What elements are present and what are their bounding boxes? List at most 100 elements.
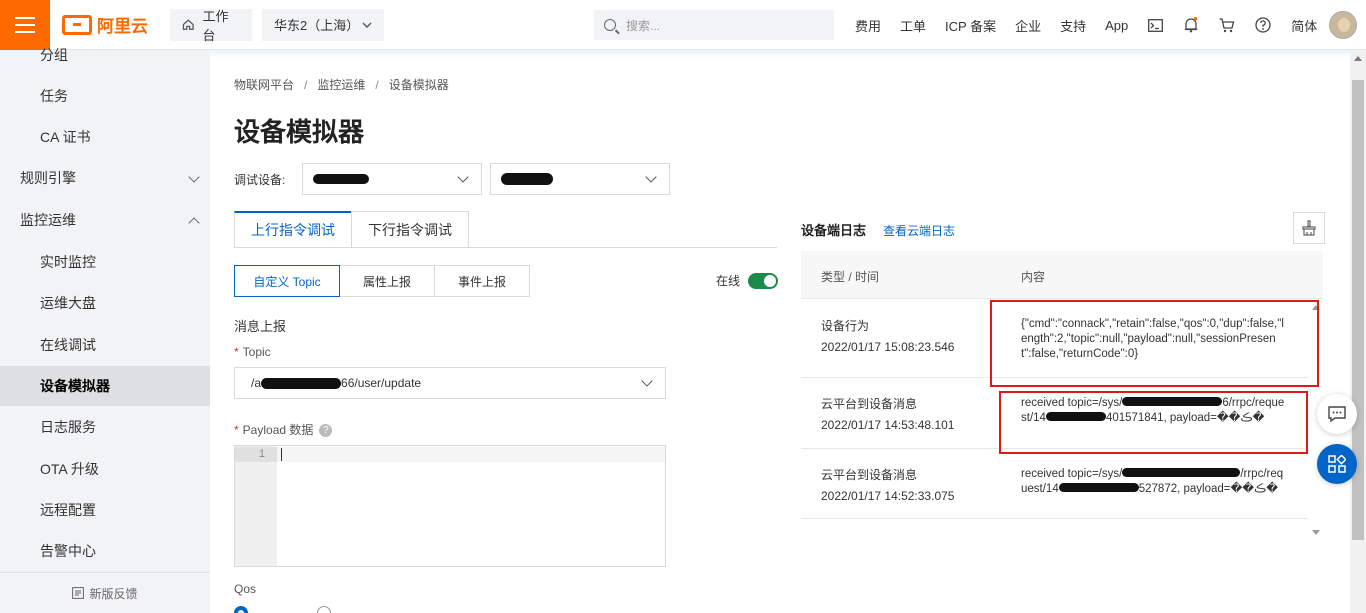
redacted-product-name [313,174,369,184]
chevron-down-icon [457,171,469,183]
log-time: 2022/01/17 14:53:48.101 [821,418,955,432]
sidebar-item-alarm-center[interactable]: 告警中心 [0,531,210,571]
tab-uplink-debug[interactable]: 上行指令调试 [234,211,352,248]
sidebar-group-monitoring[interactable]: 监控运维 [0,200,210,240]
search-icon [604,19,616,31]
chat-button[interactable] [1317,394,1357,434]
sidebar-item-label: OTA 升级 [40,461,99,477]
breadcrumb: 物联网平台 / 监控运维 / 设备模拟器 [234,76,449,93]
scroll-up-arrow-icon[interactable] [1354,56,1362,61]
log-type: 设备行为 [821,319,870,333]
search-input[interactable]: 搜索... [594,10,834,40]
breadcrumb-monitoring[interactable]: 监控运维 [317,78,365,92]
editor-current-line [277,447,665,462]
nav-icp[interactable]: ICP 备案 [945,16,996,35]
redacted-segment [1122,468,1241,477]
sidebar-item-ota[interactable]: OTA 升级 [0,449,210,489]
avatar[interactable] [1329,11,1358,39]
breadcrumb-iot-platform[interactable]: 物联网平台 [234,78,294,92]
segment-event-report[interactable]: 事件上报 [434,265,530,297]
segment-property-report[interactable]: 属性上报 [339,265,435,297]
text-cursor [281,448,282,461]
sidebar-item-label: 分组 [40,47,68,63]
feedback-label: 新版反馈 [89,586,138,601]
device-select[interactable] [490,163,670,195]
breadcrumb-separator: / [375,78,379,92]
log-content: received topic=/sys//rrpc/request/14 5278… [1021,467,1286,497]
online-toggle[interactable] [748,272,779,289]
chevron-down-icon [188,171,200,183]
cart-icon[interactable] [1219,17,1235,33]
feedback-button[interactable]: 新版反馈 [0,572,210,613]
brand-logo[interactable]: 阿里云 [62,12,148,37]
payload-label-text: Payload 数据 [242,423,314,437]
online-label: 在线 [716,274,741,288]
bell-icon[interactable] [1183,17,1199,33]
region-selector[interactable]: 华东2（上海） [262,8,384,41]
apps-button[interactable] [1317,444,1357,484]
sidebar-item-device-simulator[interactable]: 设备模拟器 [0,366,210,406]
sidebar-group-rules-engine[interactable]: 规则引擎 [0,158,210,198]
sidebar-item-label: 设备模拟器 [40,378,110,394]
sidebar-item-label: 远程配置 [40,502,96,518]
nav-enterprise[interactable]: 企业 [1015,16,1041,35]
sidebar-item-label: 告警中心 [40,543,96,559]
sidebar-item-tasks[interactable]: 任务 [0,76,210,116]
language-switch[interactable]: 简体 [1291,16,1317,35]
chevron-down-icon [645,171,657,183]
payload-label: * Payload 数据? [234,421,333,438]
sidebar-item-label: 日志服务 [40,419,96,435]
nav-tickets[interactable]: 工单 [900,16,926,35]
column-type-time: 类型 / 时间 [821,270,880,284]
topic-select[interactable]: /a 66/user/update [234,367,666,399]
sidebar-item-log-service[interactable]: 日志服务 [0,407,210,447]
nav-app[interactable]: App [1105,18,1128,33]
help-icon[interactable] [1255,17,1271,33]
help-icon[interactable]: ? [319,424,333,438]
scroll-down-arrow-icon[interactable] [1312,530,1320,535]
log-content-part: received topic=/sys/ [1021,468,1123,480]
broom-icon [1302,220,1316,236]
log-type: 云平台到设备消息 [821,397,918,411]
payload-editor[interactable]: 1 [234,445,666,567]
segment-custom-topic[interactable]: 自定义 Topic [234,265,340,297]
sidebar-item-ca-cert[interactable]: CA 证书 [0,117,210,157]
qos-radio-0[interactable] [234,606,248,613]
column-content: 内容 [1021,270,1046,284]
section-title: 消息上报 [234,319,287,334]
log-content-part: 527872, payload=��ڪ� [1138,483,1279,495]
clear-log-button[interactable] [1293,212,1325,244]
topic-label: * Topic [234,345,271,359]
search-placeholder: 搜索... [626,18,661,33]
brand-name: 阿里云 [97,17,148,36]
device-log-title: 设备端日志 [801,223,867,238]
sidebar: 分组 任务 CA 证书 规则引擎 监控运维 实时监控 运维大盘 在线调试 设备模… [0,47,210,613]
sidebar-item-label: 任务 [40,88,68,104]
online-status: 在线 [716,272,779,289]
nav-fees[interactable]: 费用 [855,16,881,35]
table-row: 云平台到设备消息 2022/01/17 14:52:33.075 receive… [801,449,1308,519]
feedback-icon [72,587,85,599]
line-number: 1 [235,447,277,462]
sidebar-item-ops-dashboard[interactable]: 运维大盘 [0,283,210,323]
page-scrollbar[interactable] [1350,50,1366,613]
tab-downlink-debug[interactable]: 下行指令调试 [351,211,469,248]
sidebar-item-realtime-monitor[interactable]: 实时监控 [0,242,210,282]
nav-support[interactable]: 支持 [1060,16,1086,35]
sidebar-item-label: 实时监控 [40,254,96,270]
chat-icon [1328,406,1346,422]
product-select[interactable] [302,163,482,195]
sidebar-item-remote-config[interactable]: 远程配置 [0,490,210,530]
top-nav: 费用 工单 ICP 备案 企业 支持 App 简体 [855,0,1358,50]
sidebar-item-groups[interactable]: 分组 [0,35,210,75]
log-time: 2022/01/17 14:52:33.075 [821,489,955,503]
qos-radio-1[interactable] [317,606,331,613]
annotation-highlight-box [999,391,1308,454]
tabs-divider [234,247,777,248]
log-type: 云平台到设备消息 [821,468,918,482]
terminal-icon[interactable] [1147,17,1163,33]
sidebar-item-online-debug[interactable]: 在线调试 [0,325,210,365]
redacted-device-name [501,173,553,185]
view-cloud-log-link[interactable]: 查看云端日志 [883,222,955,239]
log-time: 2022/01/17 15:08:23.546 [821,340,955,354]
